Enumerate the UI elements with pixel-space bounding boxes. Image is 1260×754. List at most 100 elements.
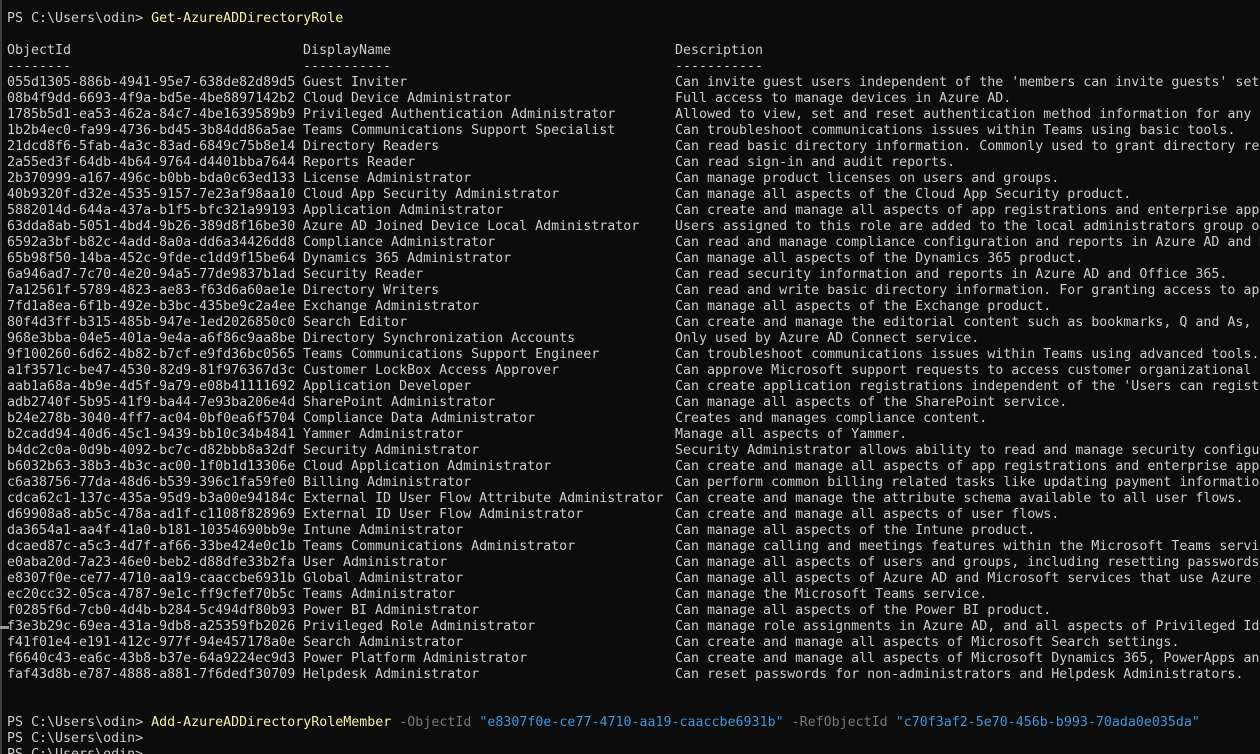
objectid-cell: b4dc2c0a-0d9b-4092-bc7c-d82bbb8a32df xyxy=(7,443,303,459)
description-cell: Only used by Azure AD Connect service. xyxy=(675,331,979,347)
description-cell: Can read sign-in and audit reports. xyxy=(675,155,955,171)
table-row: aab1a68a-4b9e-4d5f-9a79-e08b41111692Appl… xyxy=(7,379,1260,395)
description-cell: Can manage all aspects of Azure AD and M… xyxy=(675,571,1260,587)
table-row: ec20cc32-05ca-4787-9e1c-ff9cfef70b5cTeam… xyxy=(7,587,1260,603)
displayname-cell: Helpdesk Administrator xyxy=(303,667,675,683)
objectid-cell: 9f100260-6d62-4b82-b7cf-e9fd36bc0565 xyxy=(7,347,303,363)
blank-line xyxy=(7,699,1260,715)
space xyxy=(888,715,896,730)
objectid-cell: 40b9320f-d32e-4535-9157-7e23af98aa10 xyxy=(7,187,303,203)
displayname-cell: Search Administrator xyxy=(303,635,675,651)
description-cell: Can read and write basic directory infor… xyxy=(675,283,1260,299)
table-row: adb2740f-5b95-41f9-ba44-7e93ba206e4dShar… xyxy=(7,395,1260,411)
table-row: b6032b63-38b3-4b3c-ac00-1f0b1d13306eClou… xyxy=(7,459,1260,475)
objectid-cell: a1f3571c-be47-4530-82d9-81f976367d3c xyxy=(7,363,303,379)
description-cell: Can create and manage the editorial cont… xyxy=(675,315,1260,331)
objectid-cell: e8307f0e-ce77-4710-aa19-caaccbe6931b xyxy=(7,571,303,587)
displayname-cell: Directory Writers xyxy=(303,283,675,299)
objectid-cell: 055d1305-886b-4941-95e7-638de82d89d5 xyxy=(7,75,303,91)
objectid-cell: 968e3bba-04e5-401a-9e4a-a6f86c9aa8be xyxy=(7,331,303,347)
refobjectid-value: "c70f3af2-5e70-456b-b993-70ada0e035da" xyxy=(896,715,1200,730)
table-row: f0285f6d-7cb0-4d4b-b284-5c494df80b93Powe… xyxy=(7,603,1260,619)
table-row: d69908a8-ab5c-478a-ad1f-c1108f828969Exte… xyxy=(7,507,1260,523)
underline-objectid: -------- xyxy=(7,59,303,75)
displayname-cell: Directory Synchronization Accounts xyxy=(303,331,675,347)
table-row: 6592a3bf-b82c-4add-8a0a-dd6a34426dd8Comp… xyxy=(7,235,1260,251)
table-row: a1f3571c-be47-4530-82d9-81f976367d3cCust… xyxy=(7,363,1260,379)
table-row: e8307f0e-ce77-4710-aa19-caaccbe6931bGlob… xyxy=(7,571,1260,587)
displayname-cell: Global Administrator xyxy=(303,571,675,587)
description-cell: Can create and manage all aspects of app… xyxy=(675,459,1260,475)
table-row: b4dc2c0a-0d9b-4092-bc7c-d82bbb8a32dfSecu… xyxy=(7,443,1260,459)
displayname-cell: Customer LockBox Access Approver xyxy=(303,363,675,379)
objectid-cell: ec20cc32-05ca-4787-9e1c-ff9cfef70b5c xyxy=(7,587,303,603)
window-left-border xyxy=(0,0,2,754)
table-header-row: ObjectIdDisplayNameDescription xyxy=(7,43,1260,59)
objectid-cell: d69908a8-ab5c-478a-ad1f-c1108f828969 xyxy=(7,507,303,523)
description-cell: Can read security information and report… xyxy=(675,267,1227,283)
description-cell: Can manage all aspects of the Exchange p… xyxy=(675,299,1051,315)
description-cell: Can read and manage compliance configura… xyxy=(675,235,1260,251)
displayname-cell: Billing Administrator xyxy=(303,475,675,491)
objectid-cell: 65b98f50-14ba-452c-9fde-c1dd9f15be64 xyxy=(7,251,303,267)
table-row: 80f4d3ff-b315-485b-947e-1ed2026850c0Sear… xyxy=(7,315,1260,331)
displayname-cell: License Administrator xyxy=(303,171,675,187)
objectid-cell: 6a946ad7-7c70-4e20-94a5-77de9837b1ad xyxy=(7,267,303,283)
description-cell: Can create and manage the attribute sche… xyxy=(675,491,1243,507)
objectid-cell: f3e3b29c-69ea-431a-9db8-a25359fb2026 xyxy=(7,619,303,635)
displayname-cell: Compliance Data Administrator xyxy=(303,411,675,427)
table-row: 055d1305-886b-4941-95e7-638de82d89d5Gues… xyxy=(7,75,1260,91)
objectid-cell: 80f4d3ff-b315-485b-947e-1ed2026850c0 xyxy=(7,315,303,331)
add-azureaddirectoryrolemember-command: Add-AzureADDirectoryRoleMember xyxy=(151,715,391,730)
prompt-line-cut-off: PS C:\Users\odin> xyxy=(7,747,1260,754)
table-row: 9f100260-6d62-4b82-b7cf-e9fd36bc0565Team… xyxy=(7,347,1260,363)
objectid-cell: 7fd1a8ea-6f1b-492e-b3bc-435be9c2a4ee xyxy=(7,299,303,315)
description-cell: Can invite guest users independent of th… xyxy=(675,75,1260,91)
description-cell: Can troubleshoot communications issues w… xyxy=(675,123,1235,139)
displayname-cell: Reports Reader xyxy=(303,155,675,171)
displayname-cell: Dynamics 365 Administrator xyxy=(303,251,675,267)
objectid-cell: 7a12561f-5789-4823-ae83-f63d6a60ae1e xyxy=(7,283,303,299)
objectid-cell: f6640c43-ea6c-43b8-b37e-64a9224ec9d3 xyxy=(7,651,303,667)
description-cell: Can approve Microsoft support requests t… xyxy=(675,363,1260,379)
blank-line xyxy=(7,27,1260,43)
table-row: 6a946ad7-7c70-4e20-94a5-77de9837b1adSecu… xyxy=(7,267,1260,283)
description-cell: Can manage the Microsoft Teams service. xyxy=(675,587,987,603)
mouse-cursor-artifact xyxy=(0,626,9,629)
objectid-cell: b2cadd94-40d6-45c1-9439-bb10c34b4841 xyxy=(7,427,303,443)
table-row: f6640c43-ea6c-43b8-b37e-64a9224ec9d3Powe… xyxy=(7,651,1260,667)
displayname-cell: Yammer Administrator xyxy=(303,427,675,443)
table-row: 7a12561f-5789-4823-ae83-f63d6a60ae1eDire… xyxy=(7,283,1260,299)
displayname-cell: Intune Administrator xyxy=(303,523,675,539)
objectid-cell: 63dda8ab-5051-4bd4-9b26-389d8f16be30 xyxy=(7,219,303,235)
displayname-cell: Teams Administrator xyxy=(303,587,675,603)
description-cell: Can create application registrations ind… xyxy=(675,379,1260,395)
objectid-parameter: -ObjectId xyxy=(399,715,471,730)
objectid-cell: faf43d8b-e787-4888-a881-7f6dedf30709 xyxy=(7,667,303,683)
table-row: e0aba20d-7a23-46e0-beb2-d88dfe33b2faUser… xyxy=(7,555,1260,571)
table-row: 08b4f9dd-6693-4f9a-bd5e-4be8897142b2Clou… xyxy=(7,91,1260,107)
description-cell: Full access to manage devices in Azure A… xyxy=(675,91,1011,107)
displayname-cell: SharePoint Administrator xyxy=(303,395,675,411)
command-line-add-member: PS C:\Users\odin> Add-AzureADDirectoryRo… xyxy=(7,715,1260,731)
table-body: 055d1305-886b-4941-95e7-638de82d89d5Gues… xyxy=(7,75,1260,683)
displayname-cell: Privileged Role Administrator xyxy=(303,619,675,635)
underline-displayname: ----------- xyxy=(303,59,675,75)
description-cell: Can manage all aspects of the SharePoint… xyxy=(675,395,1067,411)
displayname-cell: Compliance Administrator xyxy=(303,235,675,251)
displayname-cell: Power Platform Administrator xyxy=(303,651,675,667)
table-row: 5882014d-644a-437a-b1f5-bfc321a99193Appl… xyxy=(7,203,1260,219)
prompt-line[interactable]: PS C:\Users\odin> xyxy=(7,731,1260,747)
powershell-terminal[interactable]: PS C:\Users\odin> Get-AzureADDirectoryRo… xyxy=(0,0,1260,754)
table-row: 40b9320f-d32e-4535-9157-7e23af98aa10Clou… xyxy=(7,187,1260,203)
objectid-cell: e0aba20d-7a23-46e0-beb2-d88dfe33b2fa xyxy=(7,555,303,571)
prompt-label: PS C:\Users\odin> xyxy=(7,747,143,754)
table-row: c6a38756-77da-48d6-b539-396c1fa59fe0Bill… xyxy=(7,475,1260,491)
refobjectid-parameter: -RefObjectId xyxy=(792,715,888,730)
displayname-cell: Cloud Application Administrator xyxy=(303,459,675,475)
underline-description: ----------- xyxy=(675,59,763,75)
displayname-cell: Exchange Administrator xyxy=(303,299,675,315)
table-row: f41f01e4-e191-412c-977f-94e457178a0eSear… xyxy=(7,635,1260,651)
objectid-cell: 21dcd8f6-5fab-4a3c-83ad-6849c75b8e14 xyxy=(7,139,303,155)
objectid-cell: b6032b63-38b3-4b3c-ac00-1f0b1d13306e xyxy=(7,459,303,475)
